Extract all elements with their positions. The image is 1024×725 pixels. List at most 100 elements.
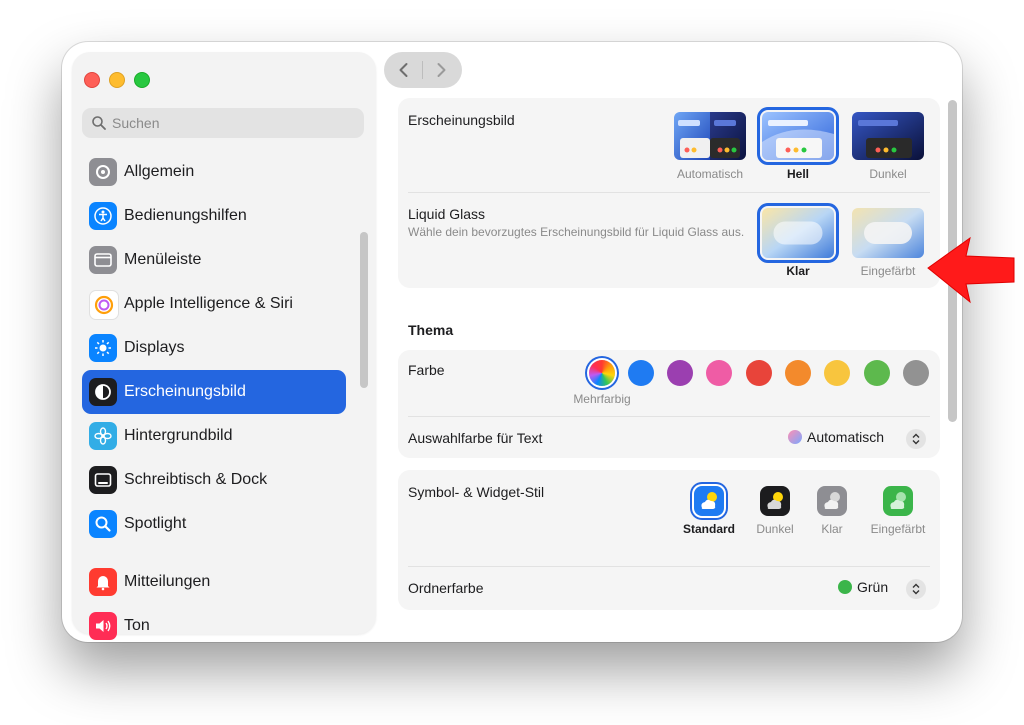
color-swatch-red[interactable] xyxy=(746,360,772,386)
sidebar-item-label: Spotlight xyxy=(124,515,187,532)
annotation-arrow-icon xyxy=(927,236,1015,304)
icon-style-title: Symbol- & Widget-Stil xyxy=(408,484,545,500)
icon-style-clear[interactable] xyxy=(817,486,847,516)
sidebar-item-erscheinungsbild[interactable]: Erscheinungsbild xyxy=(82,370,346,414)
weather-icon xyxy=(701,492,717,509)
icon-style-standard[interactable] xyxy=(694,486,724,516)
divider xyxy=(408,416,930,417)
folder-color-popup[interactable]: Grün xyxy=(838,579,888,595)
icon-style-tinted[interactable] xyxy=(883,486,913,516)
speaker-icon xyxy=(89,612,117,640)
theme-group: Farbe Mehrfarbig Auswahlfarbe für Text A… xyxy=(398,350,940,458)
color-swatch-purple[interactable] xyxy=(667,360,693,386)
dark-wallpaper-preview xyxy=(852,112,924,160)
appearance-caption-auto: Automatisch xyxy=(676,167,744,181)
chevron-updown-icon xyxy=(912,583,920,595)
liquid-glass-caption-tinted: Eingefärbt xyxy=(860,264,916,278)
appearance-option-auto[interactable] xyxy=(674,112,746,160)
menubar-icon xyxy=(89,246,117,274)
appearance-option-light[interactable] xyxy=(757,107,839,165)
sidebar-item-displays[interactable]: Displays xyxy=(82,326,346,370)
minimize-window-button[interactable] xyxy=(109,72,125,88)
icon-style-caption-standard: Standard xyxy=(682,522,735,536)
highlight-color-popup[interactable]: Automatisch xyxy=(788,429,884,445)
folder-color-stepper[interactable] xyxy=(906,579,926,599)
sidebar-item-label: Hintergrundbild xyxy=(124,427,233,444)
accessibility-icon xyxy=(89,202,117,230)
color-label: Farbe xyxy=(408,362,445,378)
appearance-option-dark[interactable] xyxy=(852,112,924,160)
chevron-right-icon[interactable] xyxy=(431,60,451,80)
color-swatch-orange[interactable] xyxy=(785,360,811,386)
sidebar-item-hintergrundbild[interactable]: Hintergrundbild xyxy=(82,414,346,458)
close-window-button[interactable] xyxy=(84,72,100,88)
highlight-color-label: Auswahlfarbe für Text xyxy=(408,430,543,446)
liquid-glass-option-tinted[interactable] xyxy=(852,208,924,258)
sidebar-item-label: Ton xyxy=(124,617,150,634)
sidebar-item-mitteilungen[interactable]: Mitteilungen xyxy=(82,560,346,604)
liquid-glass-title: Liquid Glass xyxy=(408,206,486,222)
folder-color-dot xyxy=(838,580,852,594)
sidebar-item-bedienungshilfen[interactable]: Bedienungshilfen xyxy=(82,194,346,238)
color-swatch-green[interactable] xyxy=(864,360,890,386)
navigation-divider xyxy=(422,61,423,79)
search-placeholder: Suchen xyxy=(112,115,160,131)
flower-icon xyxy=(89,422,117,450)
clear-glass-preview xyxy=(762,208,834,258)
appearance-icon xyxy=(89,378,117,406)
appearance-group: Erscheinungsbild Automatisch Hell Dunkel… xyxy=(398,98,940,288)
sidebar-item-menueleiste[interactable]: Menüleiste xyxy=(82,238,346,282)
auto-wallpaper-preview xyxy=(674,112,746,160)
sun-icon xyxy=(89,334,117,362)
weather-icon xyxy=(890,492,906,509)
highlight-color-value: Automatisch xyxy=(807,429,885,445)
history-navigation xyxy=(384,52,462,88)
color-swatch-blue[interactable] xyxy=(628,360,654,386)
color-swatch-yellow[interactable] xyxy=(824,360,850,386)
search-icon xyxy=(92,116,106,130)
sidebar-item-ton[interactable]: Ton xyxy=(82,604,346,642)
theme-heading: Thema xyxy=(408,322,454,338)
sidebar-scrollbar[interactable] xyxy=(360,232,368,388)
weather-icon xyxy=(824,492,840,509)
divider xyxy=(408,192,930,193)
liquid-glass-description: Wähle dein bevorzugtes Erscheinungsbild … xyxy=(408,225,745,239)
color-swatch-pink[interactable] xyxy=(706,360,732,386)
icon-style-group: Symbol- & Widget-Stil Standard Dunkel Kl… xyxy=(398,470,940,610)
sidebar-item-label: Displays xyxy=(124,339,185,356)
appearance-caption-light: Hell xyxy=(786,167,809,181)
sidebar-item-label: Menüleiste xyxy=(124,251,202,268)
sidebar-item-spotlight[interactable]: Spotlight xyxy=(82,502,346,546)
color-swatch-graphite[interactable] xyxy=(903,360,929,386)
highlight-color-stepper[interactable] xyxy=(906,429,926,449)
folder-color-label: Ordnerfarbe xyxy=(408,580,484,596)
folder-color-value: Grün xyxy=(857,579,889,595)
apple-intelligence-icon xyxy=(89,290,119,320)
icon-style-caption-clear: Klar xyxy=(821,522,843,536)
chevron-left-icon[interactable] xyxy=(394,60,414,80)
sidebar: Suchen Allgemein Bedienungshilfen Menüle… xyxy=(72,52,376,640)
sidebar-item-label: Schreibtisch & Dock xyxy=(124,471,268,488)
light-wallpaper-preview xyxy=(762,112,834,160)
icon-style-caption-tinted: Eingefärbt xyxy=(870,522,926,536)
spotlight-icon xyxy=(89,510,117,538)
gear-icon xyxy=(89,158,117,186)
sidebar-item-label: Apple Intelligence & Siri xyxy=(124,295,293,312)
liquid-glass-caption-clear: Klar xyxy=(786,264,810,278)
settings-window: Suchen Allgemein Bedienungshilfen Menüle… xyxy=(62,42,962,642)
chevron-updown-icon xyxy=(912,433,920,445)
divider xyxy=(408,566,930,567)
highlight-color-dot xyxy=(788,430,802,444)
icon-style-dark[interactable] xyxy=(760,486,790,516)
color-swatch-multicolor[interactable] xyxy=(589,360,615,386)
sidebar-item-schreibtisch-dock[interactable]: Schreibtisch & Dock xyxy=(82,458,346,502)
sidebar-item-allgemein[interactable]: Allgemein xyxy=(82,150,346,194)
sidebar-item-label: Allgemein xyxy=(124,163,195,180)
dock-icon xyxy=(89,466,117,494)
zoom-window-button[interactable] xyxy=(134,72,150,88)
liquid-glass-option-clear[interactable] xyxy=(757,203,839,263)
search-field[interactable]: Suchen xyxy=(82,108,364,138)
selected-color-caption: Mehrfarbig xyxy=(573,392,631,406)
appearance-title: Erscheinungsbild xyxy=(408,112,515,128)
sidebar-item-apple-intelligence[interactable]: Apple Intelligence & Siri xyxy=(82,282,346,326)
